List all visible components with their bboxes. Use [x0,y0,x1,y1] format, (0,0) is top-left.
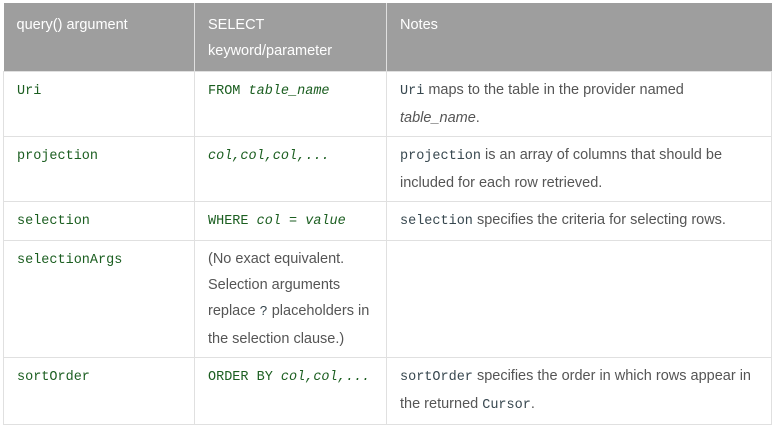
notes-cell: selection specifies the criteria for sel… [386,201,772,241]
table-row: Uri FROM table_name Uri maps to the tabl… [3,71,772,137]
arg-cell: Uri [3,71,195,137]
sql-cell: WHERE col = value [194,201,387,241]
header-query-argument: query() argument [3,3,195,72]
header-select-keyword: SELECT keyword/parameter [194,3,387,72]
table-row: selection WHERE col = value selection sp… [3,201,772,241]
query-mapping-table: query() argument SELECT keyword/parameter… [3,3,772,425]
arg-cell: selectionArgs [3,240,195,358]
sql-cell: FROM table_name [194,71,387,137]
sql-cell: (No exact equivalent. Selection argument… [194,240,387,358]
table-row: sortOrder ORDER BY col,col,... sortOrder… [3,357,772,425]
notes-cell: projection is an array of columns that s… [386,136,772,202]
notes-cell: Uri maps to the table in the provider na… [386,71,772,137]
arg-cell: selection [3,201,195,241]
notes-cell: sortOrder specifies the order in which r… [386,357,772,425]
arg-cell: projection [3,136,195,202]
notes-cell [386,240,772,358]
table-header-row: query() argument SELECT keyword/parameter… [3,3,772,72]
sql-cell: col,col,col,... [194,136,387,202]
header-notes: Notes [386,3,772,72]
arg-cell: sortOrder [3,357,195,425]
sql-cell: ORDER BY col,col,... [194,357,387,425]
table-row: selectionArgs (No exact equivalent. Sele… [3,240,772,358]
table-row: projection col,col,col,... projection is… [3,136,772,202]
